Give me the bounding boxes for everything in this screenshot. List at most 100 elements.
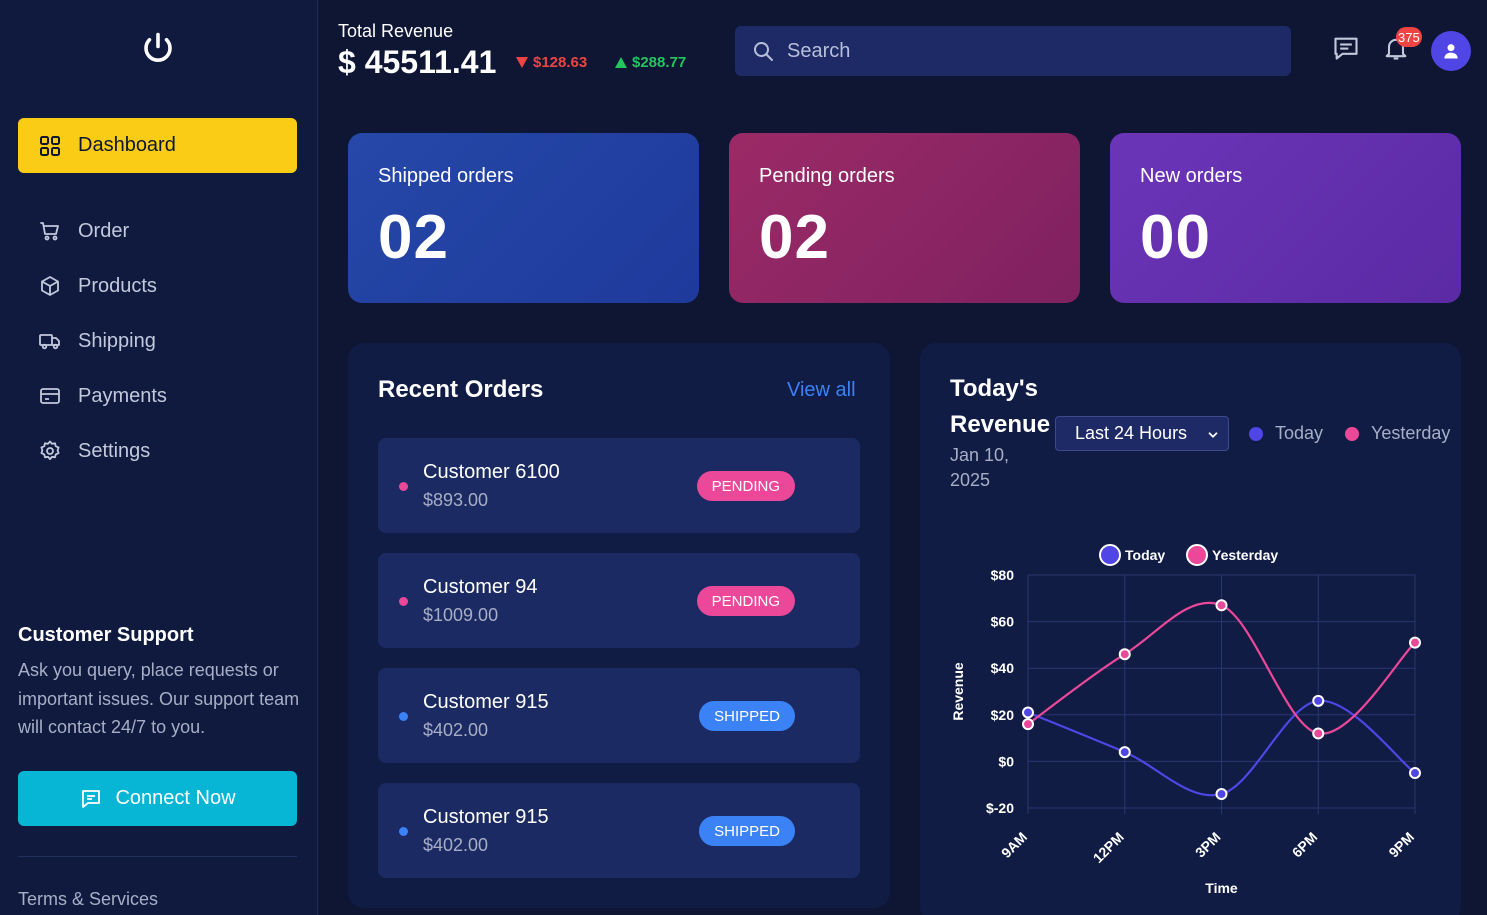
status-badge: SHIPPED	[699, 701, 795, 731]
terms-link[interactable]: Terms & Services	[18, 889, 158, 910]
sidebar: Dashboard Order Products Shipping Paymen…	[0, 0, 318, 915]
data-point	[1118, 648, 1131, 661]
truck-icon	[39, 334, 60, 350]
stat-value: 02	[759, 203, 830, 272]
stat-label: Shipped orders	[378, 165, 514, 187]
data-point	[1312, 727, 1325, 740]
box-icon	[41, 276, 59, 296]
grid-icon	[40, 135, 60, 156]
y-tick-label: $20	[991, 707, 1015, 723]
message-icon[interactable]	[1332, 34, 1360, 62]
stat-label: New orders	[1140, 165, 1243, 187]
view-all-link[interactable]: View all	[787, 379, 856, 402]
notification-badge: 375	[1396, 27, 1422, 47]
avatar[interactable]	[1431, 31, 1471, 71]
sidebar-item-label: Products	[78, 274, 157, 297]
legend-label: Today	[1275, 423, 1324, 443]
revenue-change-down: $128.63	[516, 54, 587, 71]
x-axis-label: Time	[1205, 880, 1238, 896]
sidebar-item-payments[interactable]: Payments	[38, 381, 167, 411]
support-title: Customer Support	[18, 624, 194, 646]
legend-dot	[1249, 426, 1263, 441]
sidebar-item-products[interactable]: Products	[38, 271, 157, 301]
sidebar-item-shipping[interactable]: Shipping	[38, 326, 156, 356]
x-tick-label: 3PM	[1192, 829, 1224, 861]
x-tick-label: 9PM	[1385, 829, 1417, 861]
search-input[interactable]	[787, 39, 1267, 63]
y-tick-label: $0	[998, 753, 1014, 769]
sidebar-item-order[interactable]: Order	[38, 216, 129, 246]
stat-card-new[interactable]: New orders 00	[1110, 133, 1461, 303]
arrow-up-icon	[615, 57, 627, 68]
connect-now-button[interactable]: Connect Now	[18, 771, 297, 826]
search-icon	[754, 42, 773, 61]
sidebar-item-dashboard[interactable]: Dashboard	[18, 118, 297, 173]
stat-card-pending[interactable]: Pending orders 02	[729, 133, 1080, 303]
range-select[interactable]: Last 24 Hours	[1055, 416, 1229, 451]
status-badge: SHIPPED	[699, 816, 795, 846]
sidebar-item-label: Order	[78, 219, 130, 242]
legend-label: Yesterday	[1212, 547, 1278, 563]
revenue-change-up: $288.77	[615, 54, 686, 71]
revenue-chart: $-20 $0 $20 $40 $60 $80 9AM 12PM 3PM 6PM 9PM Time Re…	[950, 544, 1421, 896]
order-row[interactable]: Customer 94 $1009.00 PENDING	[378, 553, 860, 648]
legend-label: Yesterday	[1371, 423, 1451, 443]
order-customer: Customer 915	[423, 691, 549, 713]
order-amount: $402.00	[423, 835, 489, 855]
order-amount: $402.00	[423, 720, 489, 740]
gear-icon	[40, 440, 60, 460]
order-customer: Customer 915	[423, 806, 549, 828]
status-dot	[399, 482, 408, 491]
order-row[interactable]: Customer 915 $402.00 SHIPPED	[378, 668, 860, 763]
y-axis-label: Revenue	[950, 662, 966, 721]
y-tick-label: $-20	[986, 800, 1014, 816]
order-amount: $893.00	[423, 490, 489, 510]
connect-now-label: Connect Now	[115, 787, 236, 809]
recent-orders-title: Recent Orders	[378, 376, 544, 403]
x-tick-label: 12PM	[1090, 829, 1127, 866]
legend-yesterday[interactable]: Yesterday	[1345, 423, 1450, 444]
sidebar-item-label: Payments	[78, 384, 167, 407]
order-row[interactable]: Customer 6100 $893.00 PENDING	[378, 438, 860, 533]
user-icon	[1444, 44, 1458, 59]
data-point	[1118, 746, 1131, 759]
revenue-date: Jan 10, 2025	[950, 445, 1010, 490]
legend-today[interactable]: Today	[1249, 423, 1323, 444]
order-customer: Customer 94	[423, 576, 538, 598]
x-tick-label: 9AM	[998, 829, 1030, 861]
data-point	[1215, 788, 1228, 801]
data-point	[1312, 694, 1325, 707]
order-customer: Customer 6100	[423, 461, 560, 483]
revenue-change-down-value: $128.63	[533, 54, 588, 71]
status-dot	[399, 597, 408, 606]
cart-icon	[40, 222, 59, 241]
search-bar[interactable]	[735, 26, 1291, 76]
x-tick-label: 6PM	[1289, 829, 1321, 861]
y-tick-label: $80	[991, 567, 1015, 583]
power-icon[interactable]	[140, 30, 176, 66]
legend-label: Today	[1125, 547, 1165, 563]
data-point	[1215, 599, 1228, 612]
order-amount: $1009.00	[423, 605, 499, 625]
total-revenue-label: Total Revenue	[338, 21, 454, 41]
order-row[interactable]: Customer 915 $402.00 SHIPPED	[378, 783, 860, 878]
legend-marker	[1186, 544, 1208, 566]
chevron-down-icon	[1208, 432, 1218, 438]
status-dot	[399, 827, 408, 836]
stat-label: Pending orders	[759, 165, 895, 187]
arrow-down-icon	[516, 57, 528, 68]
total-revenue-value: $ 45511.41	[338, 44, 497, 80]
status-dot	[399, 712, 408, 721]
status-badge: PENDING	[696, 471, 795, 501]
data-point	[1409, 636, 1421, 649]
divider	[18, 856, 297, 857]
sidebar-item-settings[interactable]: Settings	[38, 436, 150, 466]
sidebar-item-label: Shipping	[78, 329, 156, 352]
stat-value: 00	[1140, 203, 1211, 272]
stat-card-shipped[interactable]: Shipped orders 02	[348, 133, 699, 303]
sidebar-item-label: Settings	[78, 439, 151, 462]
data-point	[1022, 706, 1034, 719]
sidebar-item-label: Dashboard	[78, 134, 176, 156]
revenue-title: Today's Revenue	[950, 375, 1051, 438]
revenue-change-up-value: $288.77	[632, 54, 687, 71]
